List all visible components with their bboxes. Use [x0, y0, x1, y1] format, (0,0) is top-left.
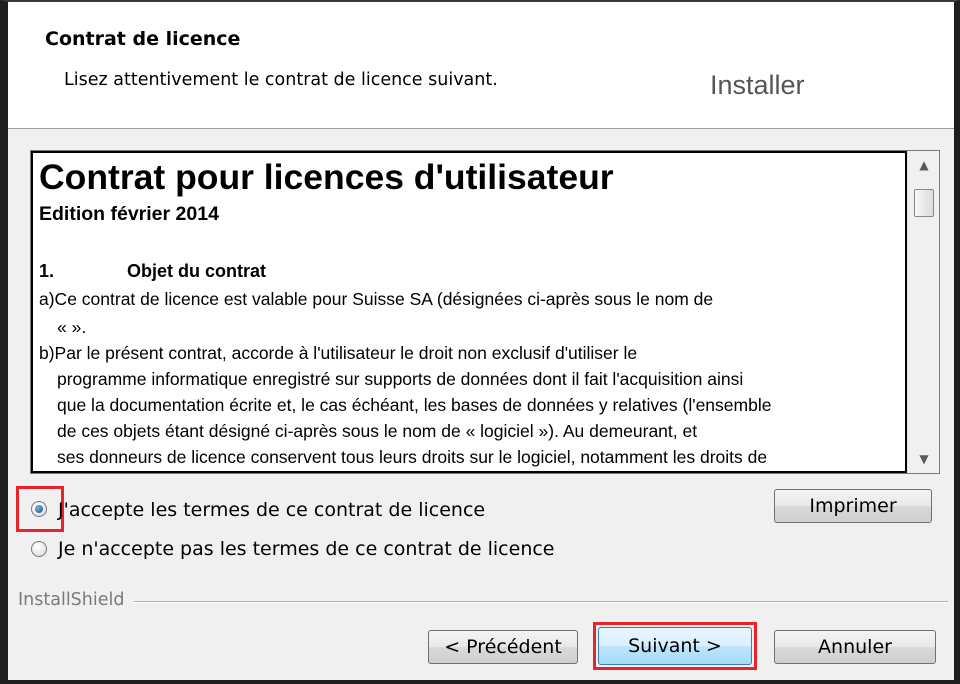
back-button[interactable]: < Précédent [428, 630, 578, 664]
accept-label[interactable]: J'accepte les termes de ce contrat de li… [58, 499, 485, 521]
scroll-down-icon[interactable]: ▼ [908, 445, 939, 473]
license-scrollbar[interactable]: ▲ ▼ [907, 151, 939, 473]
accept-radio[interactable] [31, 501, 47, 517]
license-text-box[interactable]: Contrat pour licences d'utilisateur Edit… [30, 150, 940, 474]
cancel-button[interactable]: Annuler [774, 630, 936, 664]
license-heading: Contrat pour licences d'utilisateur [39, 157, 614, 197]
license-line: « ». [57, 317, 87, 337]
license-line: ses donneurs de licence conservent tous … [57, 447, 768, 467]
license-edition: Edition février 2014 [39, 203, 219, 225]
license-section-title: Objet du contrat [127, 261, 266, 281]
license-line: que la documentation écrite et, le cas é… [57, 395, 772, 415]
scroll-thumb[interactable] [914, 189, 934, 217]
print-button[interactable]: Imprimer [774, 489, 932, 523]
footer-separator [134, 601, 948, 603]
page-title: Contrat de licence [45, 28, 241, 50]
installer-brand-label: Installer [710, 70, 805, 100]
decline-label[interactable]: Je n'accepte pas les termes de ce contra… [58, 538, 555, 560]
dialog-header: Contrat de licence Lisez attentivement l… [8, 2, 954, 129]
license-line: programme informatique enregistré sur su… [57, 369, 744, 389]
license-line: a)Ce contrat de licence est valable pour… [39, 289, 714, 309]
scroll-up-icon[interactable]: ▲ [908, 151, 939, 179]
decline-radio[interactable] [31, 541, 47, 557]
installshield-label: InstallShield [18, 590, 125, 610]
page-subtitle: Lisez attentivement le contrat de licenc… [64, 70, 498, 90]
next-button[interactable]: Suivant > [598, 627, 752, 665]
license-line: de ces objets étant désigné ci-après sou… [57, 421, 698, 441]
license-section-number: 1. [39, 261, 55, 281]
installer-dialog: Contrat de licence Lisez attentivement l… [0, 0, 960, 684]
license-text-content: Contrat pour licences d'utilisateur Edit… [31, 151, 907, 473]
license-line: b)Par le présent contrat, accorde à l'ut… [39, 343, 638, 363]
